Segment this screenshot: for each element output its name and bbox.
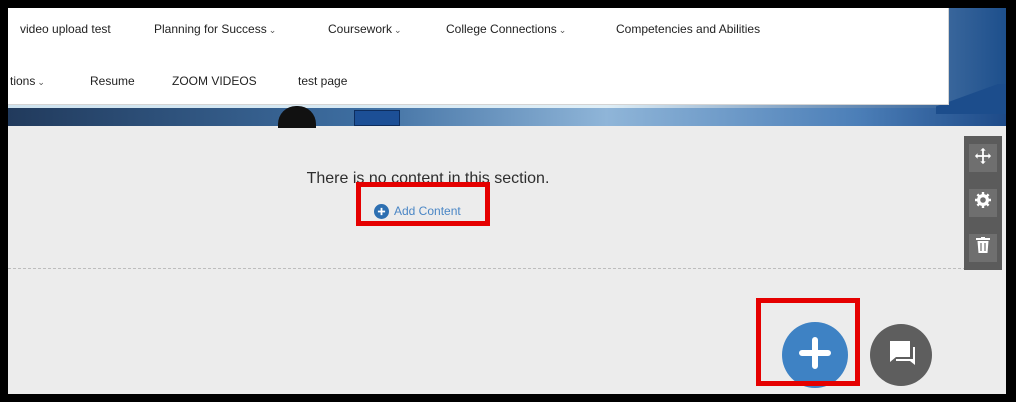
add-content-label: Add Content	[394, 204, 461, 218]
nav-item-label: Competencies and Abilities	[616, 22, 761, 36]
nav-item-label: College Connections	[446, 22, 557, 36]
nav-item-label: ZOOM VIDEOS	[172, 74, 257, 88]
nav-item-resume[interactable]: Resume	[90, 74, 135, 88]
nav-item-competencies-and-abilities[interactable]: Competencies and Abilities	[616, 22, 760, 36]
plus-circle-icon	[374, 203, 389, 219]
page-frame: video upload test Planning for Success ⌄ …	[8, 8, 1006, 394]
chevron-down-icon: ⌄	[394, 25, 402, 35]
nav-item-video-upload-test[interactable]: video upload test	[20, 22, 111, 36]
site-navigation: video upload test Planning for Success ⌄ …	[8, 8, 949, 105]
add-content-link[interactable]: Add Content	[374, 202, 461, 220]
chevron-down-icon: ⌄	[268, 25, 277, 35]
nav-item-tions[interactable]: tions ⌄	[10, 74, 45, 88]
nav-item-planning-for-success[interactable]: Planning for Success ⌄	[154, 22, 276, 36]
nav-item-label: video upload test	[20, 22, 111, 36]
nav-item-label: Resume	[90, 74, 135, 88]
nav-item-label: test page	[298, 74, 348, 88]
chevron-down-icon: ⌄	[37, 77, 45, 87]
chat-icon	[884, 337, 918, 374]
nav-item-label: Planning for Success	[154, 22, 267, 36]
plus-icon	[797, 335, 833, 376]
trash-icon	[976, 237, 990, 258]
banner-band	[8, 108, 1006, 126]
empty-section-message: There is no content in this section.	[306, 170, 550, 187]
section-tools	[964, 136, 1002, 270]
nav-item-test-page[interactable]: test page	[298, 74, 347, 88]
chat-button[interactable]	[870, 324, 932, 386]
banner-sign	[354, 110, 400, 126]
move-section-button[interactable]	[969, 144, 997, 173]
chevron-down-icon: ⌄	[558, 25, 567, 35]
nav-item-college-connections[interactable]: College Connections ⌄	[446, 22, 566, 36]
content-section: There is no content in this section. Add…	[8, 126, 966, 269]
delete-section-button[interactable]	[969, 233, 997, 262]
add-button[interactable]	[782, 322, 848, 388]
nav-item-label: Coursework	[328, 22, 393, 36]
nav-item-zoom-videos[interactable]: ZOOM VIDEOS	[172, 74, 257, 88]
nav-item-coursework[interactable]: Coursework ⌄	[328, 22, 402, 36]
nav-item-label: tions	[10, 74, 36, 88]
section-settings-button[interactable]	[969, 188, 997, 217]
gear-icon	[975, 192, 991, 213]
move-icon	[974, 147, 992, 170]
